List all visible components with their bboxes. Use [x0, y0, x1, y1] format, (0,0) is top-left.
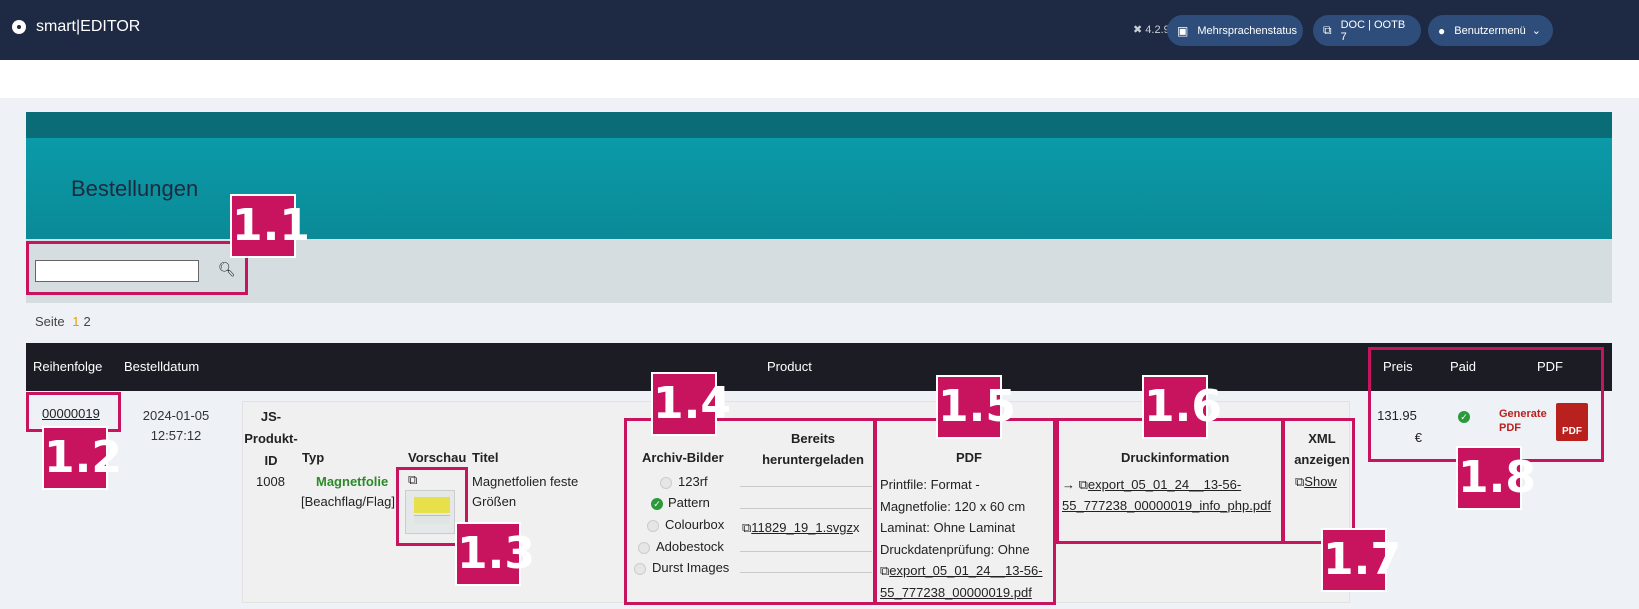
product-type: Magnetfolie	[316, 474, 389, 489]
callout-label-1-8: 1.8	[1456, 446, 1536, 510]
header-title: Titel	[472, 450, 499, 465]
header-date[interactable]: Bestelldatum	[124, 359, 199, 374]
version-label: ✖ 4.2.9	[1133, 24, 1170, 36]
product-type-sub: [Beachflag/Flag]	[301, 494, 395, 509]
page-title: Bestellungen	[71, 176, 199, 201]
chevron-down-icon: ⌄	[1531, 25, 1542, 37]
language-icon: ▣	[1177, 23, 1189, 38]
header-type: Typ	[302, 450, 325, 465]
callout-label-1-4: 1.4	[651, 372, 731, 436]
external-link-icon: ⧉	[1323, 23, 1332, 37]
order-date: 2024-01-05 12:57:12	[142, 408, 210, 443]
header-product: Product	[767, 359, 812, 374]
callout-label-1-5: 1.5	[936, 375, 1016, 439]
page-link-2[interactable]: 2	[84, 314, 91, 329]
highlight-archive-images	[624, 418, 877, 605]
highlight-xml	[1281, 418, 1355, 544]
sub-toolbar	[0, 60, 1639, 98]
callout-label-1-7: 1.7	[1321, 528, 1401, 592]
product-title-line1: Magnetfolien feste	[472, 474, 579, 489]
app-title: smart|EDITOR	[36, 18, 141, 35]
pagination: Seite 12	[35, 314, 91, 329]
highlight-search	[26, 241, 248, 295]
pagination-label: Seite	[35, 314, 65, 329]
callout-label-1-3: 1.3	[455, 522, 535, 586]
user-menu-button[interactable]: ● Benutzermenü ⌄	[1428, 15, 1553, 46]
callout-label-1-6: 1.6	[1142, 375, 1222, 439]
callout-label-1-2: 1.2	[42, 426, 122, 490]
doc-link-button[interactable]: ⧉ DOC | OOTB 7	[1313, 15, 1421, 46]
header-js-product-id: JS- Produkt- ID	[244, 409, 298, 468]
header-order[interactable]: Reihenfolge	[33, 359, 102, 374]
top-navigation-bar: smart|EDITOR ✖ 4.2.9 ▣ Mehrsprachenstatu…	[0, 0, 1639, 60]
version-icon: ✖	[1133, 24, 1143, 36]
language-status-button[interactable]: ▣ Mehrsprachenstatus	[1167, 15, 1303, 46]
page-current: 1	[72, 314, 80, 329]
user-avatar-icon: ●	[1438, 23, 1446, 38]
callout-label-1-1: 1.1	[230, 194, 310, 258]
highlight-price-paid-pdf	[1368, 347, 1604, 462]
app-logo-icon	[12, 20, 26, 34]
header-preview: Vorschau	[408, 450, 467, 465]
highlight-pdf	[873, 418, 1056, 605]
app-brand[interactable]: smart|EDITOR	[12, 18, 140, 36]
product-id: 1008	[256, 474, 285, 489]
banner-top-strip	[26, 112, 1612, 138]
product-title-line2: Größen	[472, 494, 517, 509]
